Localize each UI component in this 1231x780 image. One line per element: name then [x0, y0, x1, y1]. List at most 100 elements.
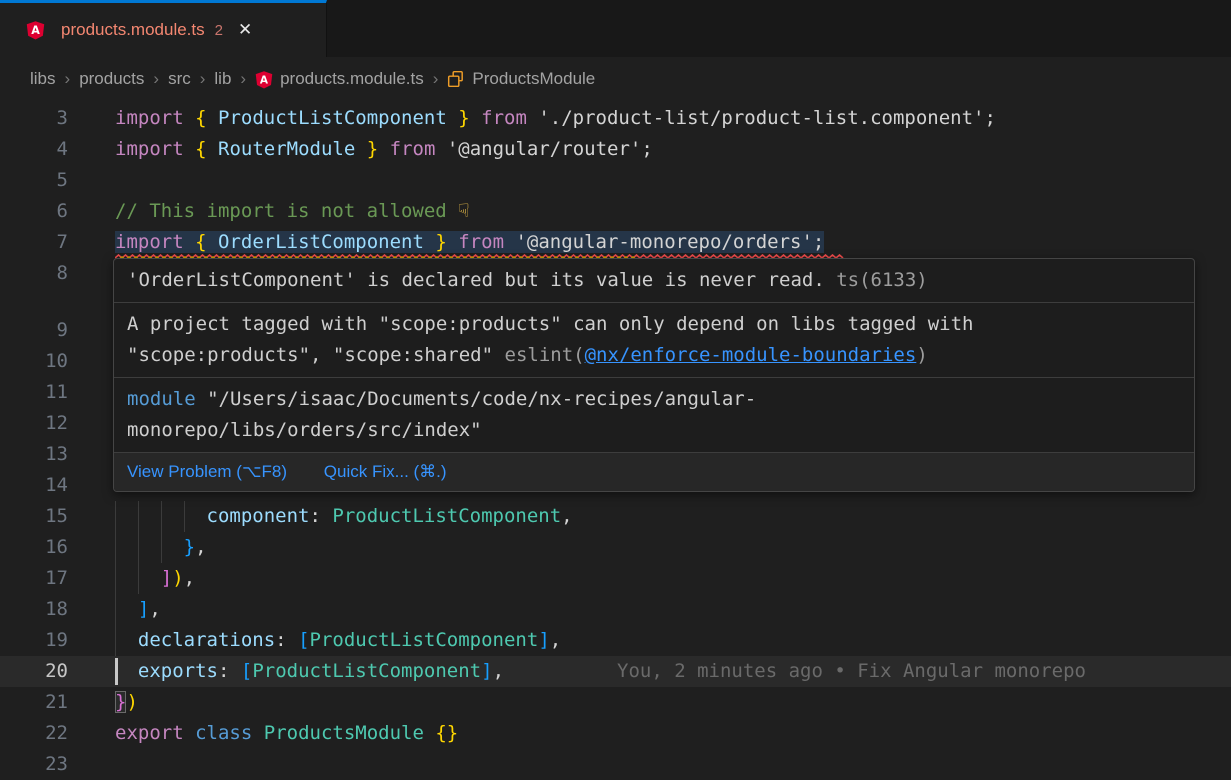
token	[184, 231, 195, 253]
hover-status-bar: View Problem (⌥F8) Quick Fix... (⌘.)	[114, 453, 1194, 491]
line-number[interactable]: 19	[0, 625, 90, 656]
token: ;	[984, 107, 995, 129]
token: ]	[538, 629, 549, 651]
token: import	[115, 138, 184, 160]
breadcrumb-item-lib[interactable]: lib	[214, 69, 231, 89]
code-line-4[interactable]: 4import { RouterModule } from '@angular/…	[0, 134, 1231, 165]
code-line-7[interactable]: 7import { OrderListComponent } from '@an…	[0, 227, 1231, 258]
token: ,	[195, 536, 206, 558]
line-number[interactable]: 4	[0, 134, 90, 165]
line-number[interactable]: 9	[0, 315, 90, 346]
token	[115, 536, 184, 558]
code-line-18[interactable]: 18 ],	[0, 594, 1231, 625]
hover-eslint-source: eslint(	[505, 344, 585, 366]
token	[207, 138, 218, 160]
svg-text:A: A	[260, 74, 269, 86]
line-number[interactable]: 14	[0, 470, 90, 501]
token: // This import is not allowed	[115, 200, 458, 222]
token: }	[435, 231, 446, 253]
token: ]	[481, 660, 492, 682]
token: '@angular-monorepo/orders'	[515, 231, 812, 253]
code-line-5[interactable]: 5	[0, 165, 1231, 196]
quick-fix-action[interactable]: Quick Fix... (⌘.)	[324, 462, 447, 481]
token	[355, 138, 366, 160]
code-text: ],	[90, 594, 1231, 625]
token: from	[481, 107, 527, 129]
code-line-17[interactable]: 17 ]),	[0, 563, 1231, 594]
code-text: import { ProductListComponent } from './…	[90, 103, 1231, 134]
line-number[interactable]: 13	[0, 439, 90, 470]
code-line-3[interactable]: 3import { ProductListComponent } from '.…	[0, 103, 1231, 134]
code-line-6[interactable]: 6// This import is not allowed ☟	[0, 196, 1231, 227]
line-number[interactable]: 8	[0, 258, 90, 289]
line-number[interactable]: 23	[0, 749, 90, 780]
token: './product-list/product-list.component'	[538, 107, 984, 129]
eslint-rule-link[interactable]: @nx/enforce-module-boundaries	[585, 344, 917, 366]
line-number[interactable]: 20	[0, 656, 90, 687]
token: ProductListComponent	[252, 660, 481, 682]
hover-eslint-line2: "scope:products", "scope:shared" eslint(…	[127, 340, 1181, 371]
line-number[interactable]: 16	[0, 532, 90, 563]
code-line-16[interactable]: 16 },	[0, 532, 1231, 563]
hover-eslint-line1: A project tagged with "scope:products" c…	[127, 309, 1181, 340]
token: ,	[149, 598, 160, 620]
line-number[interactable]: 3	[0, 103, 90, 134]
breadcrumb-separator: ›	[200, 69, 206, 89]
line-number[interactable]: 18	[0, 594, 90, 625]
code-line-15[interactable]: 15 component: ProductListComponent,	[0, 501, 1231, 532]
token: from	[390, 138, 436, 160]
code-text	[90, 165, 1231, 196]
token: component	[207, 505, 310, 527]
code-line-23[interactable]: 23	[0, 749, 1231, 780]
line-number[interactable]: 15	[0, 501, 90, 532]
close-icon[interactable]: ✕	[238, 20, 252, 40]
token: OrderListComponent	[218, 231, 424, 253]
token: ,	[184, 567, 195, 589]
breadcrumb-item-libs[interactable]: libs	[30, 69, 56, 89]
svg-text:A: A	[31, 24, 40, 37]
indent-guide	[138, 501, 139, 532]
token	[470, 107, 481, 129]
token	[378, 138, 389, 160]
tab-products-module[interactable]: A products.module.ts 2 ✕	[0, 0, 327, 57]
hover-ts-source-code: ts(6133)	[836, 269, 928, 291]
indent-guide	[115, 532, 116, 563]
token: ProductListComponent	[332, 505, 561, 527]
line-number[interactable]: 7	[0, 227, 90, 258]
breadcrumb-symbol[interactable]: ProductsModule	[472, 69, 595, 89]
token: ]	[138, 598, 149, 620]
breadcrumb-item-src[interactable]: src	[168, 69, 191, 89]
token: }	[184, 536, 195, 558]
code-line-22[interactable]: 22export class ProductsModule {}	[0, 718, 1231, 749]
token: ,	[550, 629, 561, 651]
token	[252, 722, 263, 744]
token: :	[309, 505, 320, 527]
line-number[interactable]: 17	[0, 563, 90, 594]
code-line-21[interactable]: 21})	[0, 687, 1231, 718]
code-text: exports: [ProductListComponent],You, 2 m…	[90, 656, 1231, 687]
breadcrumb-separator: ›	[65, 69, 71, 89]
code-line-19[interactable]: 19 declarations: [ProductListComponent],	[0, 625, 1231, 656]
hover-module-line2: monorepo/libs/orders/src/index"	[127, 415, 1181, 446]
breadcrumb-item-products[interactable]: products	[79, 69, 144, 89]
token: :	[218, 660, 229, 682]
line-number[interactable]: 21	[0, 687, 90, 718]
line-number[interactable]: 12	[0, 408, 90, 439]
token: :	[275, 629, 286, 651]
line-number[interactable]: 10	[0, 346, 90, 377]
breadcrumb-file[interactable]: products.module.ts	[280, 69, 424, 89]
line-number[interactable]: 11	[0, 377, 90, 408]
line-number[interactable]: 5	[0, 165, 90, 196]
line-number[interactable]: 22	[0, 718, 90, 749]
code-line-20[interactable]: 20 exports: [ProductListComponent],You, …	[0, 656, 1231, 687]
breadcrumb-separator: ›	[433, 69, 439, 89]
token: [	[298, 629, 309, 651]
view-problem-action[interactable]: View Problem (⌥F8)	[127, 462, 287, 481]
code-text: ]),	[90, 563, 1231, 594]
hover-eslint-message2: "scope:products", "scope:shared"	[127, 344, 505, 366]
code-text: import { OrderListComponent } from '@ang…	[90, 227, 1231, 258]
breadcrumb: libs›products›src›lib›Aproducts.module.t…	[0, 57, 1231, 101]
line-number[interactable]: 6	[0, 196, 90, 227]
token: ,	[493, 660, 504, 682]
token	[424, 231, 435, 253]
